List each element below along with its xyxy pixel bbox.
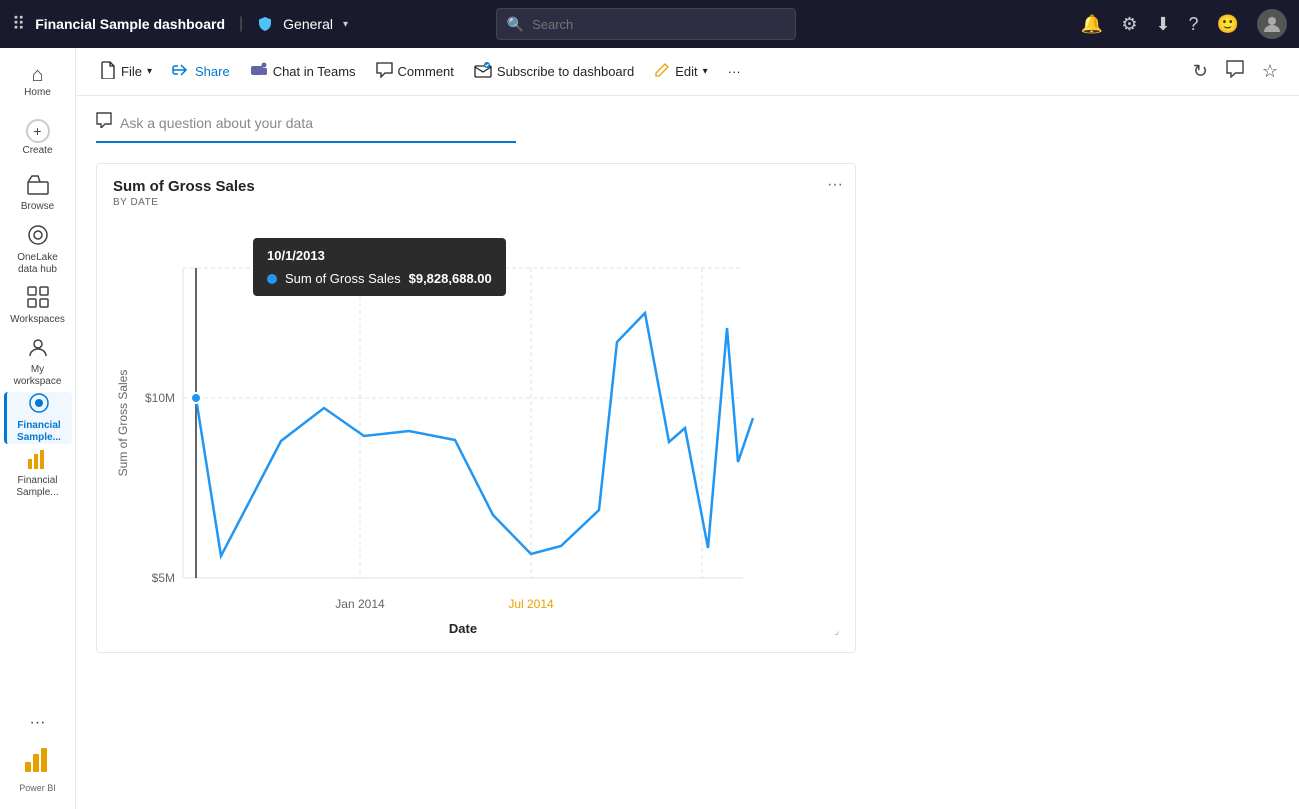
sidebar-item-onelake-label: OneLakedata hub (17, 252, 58, 276)
teams-icon (250, 62, 268, 82)
sidebar-item-browse-label: Browse (21, 201, 54, 213)
browse-icon (27, 175, 49, 199)
avatar[interactable] (1257, 9, 1287, 39)
nav-right: 🔔 ⚙ ⬇ ? 🙂 (1081, 9, 1287, 39)
sidebar-item-create[interactable]: + Create (4, 112, 72, 164)
create-icon: + (26, 119, 50, 143)
chart-subtitle: BY DATE (113, 197, 839, 208)
sidebar-item-myworkspace[interactable]: Myworkspace (4, 336, 72, 388)
workspaces-icon (27, 286, 49, 312)
sidebar: ⌂ Home + Create Browse OneLakedata hub W… (0, 48, 76, 809)
more-options-label: ··· (728, 64, 741, 79)
subscribe-button[interactable]: Subscribe to dashboard (466, 57, 642, 87)
chat-in-teams-button[interactable]: Chat in Teams (242, 57, 364, 87)
sidebar-item-home-label: Home (24, 87, 51, 99)
share-button[interactable]: Share (164, 57, 238, 87)
myworkspace-icon (27, 336, 49, 362)
toolbar-right: ↻ ☆ (1188, 55, 1283, 88)
svg-text:$10M: $10M (145, 391, 175, 405)
chart-tile: Sum of Gross Sales BY DATE ··· (96, 163, 856, 653)
file-icon (100, 61, 116, 83)
chart-menu-button[interactable]: ··· (827, 176, 843, 194)
edit-chevron-icon: ▾ (703, 66, 708, 77)
share-icon (172, 62, 190, 82)
financialsample-icon (28, 392, 50, 418)
edit-button[interactable]: Edit ▾ (646, 57, 715, 87)
sidebar-item-workspaces[interactable]: Workspaces (4, 280, 72, 332)
main-layout: ⌂ Home + Create Browse OneLakedata hub W… (0, 48, 1299, 809)
sidebar-item-financialsample[interactable]: FinancialSample... (4, 392, 72, 444)
sidebar-item-workspaces-label: Workspaces (10, 314, 65, 326)
toolbar-chat-button[interactable] (1221, 55, 1249, 88)
qa-icon (96, 112, 112, 133)
favorite-button[interactable]: ☆ (1257, 56, 1283, 87)
help-button[interactable]: ? (1189, 14, 1199, 35)
edit-icon (654, 62, 670, 82)
file-chevron-icon: ▾ (147, 66, 152, 77)
svg-text:Jan 2014: Jan 2014 (335, 597, 385, 611)
sidebar-item-browse[interactable]: Browse (4, 168, 72, 220)
sidebar-item-financialsample2[interactable]: FinancialSample... (4, 448, 72, 500)
page-content: Ask a question about your data Sum of Gr… (76, 96, 1299, 809)
app-title: Financial Sample dashboard (35, 16, 225, 32)
sidebar-item-myworkspace-label: Myworkspace (14, 364, 62, 388)
content-area: File ▾ Share Chat in Teams Comment (76, 48, 1299, 809)
search-icon: 🔍 (507, 16, 524, 33)
app-grid-icon[interactable]: ⠿ (12, 14, 25, 35)
qa-bar[interactable]: Ask a question about your data (96, 112, 516, 143)
powerbi-label: Power BI (19, 783, 56, 793)
settings-button[interactable]: ⚙ (1121, 14, 1137, 35)
chart-wrapper: $10M $5M Jan 2014 Jul 2014 Date Sum of G… (113, 218, 839, 638)
sidebar-bottom: ··· Power BI (19, 714, 56, 801)
comment-label: Comment (398, 64, 454, 79)
sidebar-item-financialsample2-label: FinancialSample... (16, 475, 58, 499)
workspace-name[interactable]: General (283, 16, 333, 32)
shield-icon (257, 16, 273, 32)
chart-title: Sum of Gross Sales (113, 178, 839, 195)
toolbar: File ▾ Share Chat in Teams Comment (76, 48, 1299, 96)
svg-text:Date: Date (449, 621, 477, 636)
file-label: File (121, 64, 142, 79)
nav-divider: | (239, 15, 243, 33)
share-label: Share (195, 64, 230, 79)
sidebar-item-create-label: Create (22, 145, 52, 157)
top-nav: ⠿ Financial Sample dashboard | General ▾… (0, 0, 1299, 48)
subscribe-icon (474, 62, 492, 82)
chat-in-teams-label: Chat in Teams (273, 64, 356, 79)
search-bar[interactable]: 🔍 (496, 8, 796, 40)
more-button[interactable]: ··· (30, 714, 46, 732)
svg-text:Jul 2014: Jul 2014 (508, 597, 554, 611)
notifications-button[interactable]: 🔔 (1081, 14, 1103, 35)
file-button[interactable]: File ▾ (92, 56, 160, 88)
svg-text:Sum of Gross Sales: Sum of Gross Sales (116, 370, 130, 477)
download-button[interactable]: ⬇ (1155, 14, 1170, 35)
resize-handle[interactable]: ⌟ (827, 626, 839, 638)
search-input[interactable] (532, 17, 785, 32)
powerbi-logo: Power BI (19, 740, 56, 793)
feedback-button[interactable]: 🙂 (1217, 14, 1239, 35)
onelake-icon (27, 224, 49, 250)
home-icon: ⌂ (31, 65, 43, 85)
sidebar-item-home[interactable]: ⌂ Home (4, 56, 72, 108)
sidebar-item-financialsample-label: FinancialSample... (17, 420, 61, 444)
edit-label: Edit (675, 64, 697, 79)
more-options-button[interactable]: ··· (720, 59, 749, 84)
chart-svg: $10M $5M Jan 2014 Jul 2014 Date Sum of G… (113, 218, 763, 638)
shield-badge (257, 16, 273, 32)
comment-button[interactable]: Comment (368, 57, 462, 87)
subscribe-label: Subscribe to dashboard (497, 64, 634, 79)
qa-placeholder: Ask a question about your data (120, 115, 313, 131)
sidebar-item-onelake[interactable]: OneLakedata hub (4, 224, 72, 276)
financialsample2-icon (27, 449, 49, 473)
workspace-chevron-icon[interactable]: ▾ (343, 19, 348, 30)
svg-text:$5M: $5M (152, 571, 175, 585)
nav-left: ⠿ Financial Sample dashboard | General ▾ (12, 14, 348, 35)
refresh-button[interactable]: ↻ (1188, 56, 1213, 87)
comment-icon (376, 62, 393, 82)
